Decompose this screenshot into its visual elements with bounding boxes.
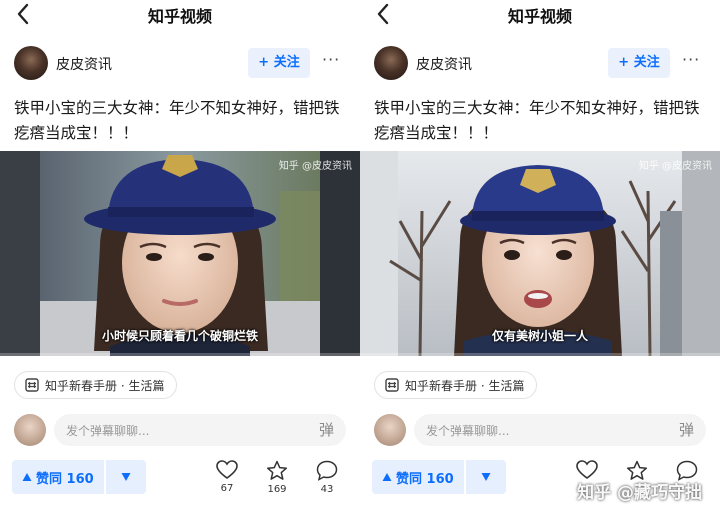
vote-down-button[interactable] [105, 460, 146, 494]
topic-tag[interactable]: 知乎新春手册 · 生活篇 [374, 371, 538, 399]
video-subtitle: 仅有美树小姐一人 [491, 329, 588, 343]
danmaku-input[interactable]: 发个弹幕聊聊... 弹 [54, 414, 346, 446]
follow-button[interactable]: + 关注 [248, 48, 310, 78]
video-player[interactable]: 知乎 @皮皮资讯 小时候只顾着看几个破铜烂铁 [0, 151, 360, 356]
vote-down-icon [121, 473, 131, 481]
vote-down-button[interactable] [465, 460, 506, 494]
like-button[interactable]: 67 [207, 460, 247, 494]
vote-up-button[interactable]: 赞同 160 [12, 460, 104, 494]
comment-icon [316, 460, 338, 481]
comment-count: 43 [320, 484, 334, 495]
screen-left: 知乎视频 皮皮资讯 + 关注 ··· 铁甲小宝的三大女神：年少不知女神好，错把铁… [0, 0, 360, 520]
star-icon [266, 460, 288, 480]
follow-button[interactable]: + 关注 [608, 48, 670, 78]
vote-up-icon [22, 473, 32, 481]
video-progress-bar[interactable] [360, 353, 720, 356]
top-bar: 知乎视频 [0, 0, 360, 30]
author-name[interactable]: 皮皮资讯 [416, 54, 472, 74]
danmaku-placeholder: 发个弹幕聊聊... [426, 424, 510, 438]
author-avatar[interactable] [14, 46, 48, 80]
tag-icon [25, 378, 39, 392]
vote-up-label: 赞同 160 [36, 471, 94, 487]
author-name[interactable]: 皮皮资讯 [56, 54, 112, 74]
topic-tag[interactable]: 知乎新春手册 · 生活篇 [14, 371, 178, 399]
top-bar: 知乎视频 [360, 0, 720, 30]
danmaku-row: 发个弹幕聊聊... 弹 [360, 413, 720, 447]
post-title[interactable]: 铁甲小宝的三大女神：年少不知女神好，错把铁疙瘩当成宝！！！ [374, 96, 714, 146]
video-progress-bar[interactable] [0, 353, 360, 356]
vote-group: 赞同 160 [12, 460, 146, 494]
heart-icon [216, 460, 238, 479]
more-icon[interactable]: ··· [682, 50, 700, 69]
video-player[interactable]: 知乎 @皮皮资讯 仅有美树小姐一人 [360, 151, 720, 356]
page-title: 知乎视频 [147, 7, 212, 26]
heart-icon [576, 460, 598, 479]
page-title: 知乎视频 [507, 7, 572, 26]
vote-down-icon [481, 473, 491, 481]
danmaku-row: 发个弹幕聊聊... 弹 [0, 413, 360, 447]
vote-up-icon [382, 473, 392, 481]
topic-tag-label: 知乎新春手册 · 生活篇 [45, 378, 165, 393]
like-count: 67 [220, 483, 234, 494]
more-icon[interactable]: ··· [322, 50, 340, 69]
favorite-button[interactable]: 169 [257, 460, 297, 495]
user-avatar [374, 414, 406, 446]
video-frame [360, 151, 720, 356]
post-title[interactable]: 铁甲小宝的三大女神：年少不知女神好，错把铁疙瘩当成宝！！！ [14, 96, 354, 146]
author-row: 皮皮资讯 + 关注 ··· [0, 44, 360, 84]
danmaku-input[interactable]: 发个弹幕聊聊... 弹 [414, 414, 706, 446]
author-row: 皮皮资讯 + 关注 ··· [360, 44, 720, 84]
danmaku-button[interactable]: 弹 [679, 419, 694, 440]
comment-button[interactable]: 43 [307, 460, 347, 495]
vote-up-label: 赞同 160 [396, 471, 454, 487]
vote-group: 赞同 160 [372, 460, 506, 494]
danmaku-button[interactable]: 弹 [319, 419, 334, 440]
screen-right: 知乎视频 皮皮资讯 + 关注 ··· 铁甲小宝的三大女神：年少不知女神好，错把铁… [360, 0, 720, 520]
danmaku-placeholder: 发个弹幕聊聊... [66, 424, 150, 438]
user-avatar [14, 414, 46, 446]
author-avatar[interactable] [374, 46, 408, 80]
topic-tag-label: 知乎新春手册 · 生活篇 [405, 378, 525, 393]
video-watermark: 知乎 @皮皮资讯 [278, 161, 352, 172]
tag-icon [385, 378, 399, 392]
bottom-watermark: 知乎 @藏巧守拙 [577, 483, 702, 503]
favorite-count: 169 [267, 484, 287, 495]
action-row: 赞同 160 67 169 43 [0, 458, 360, 520]
video-frame [0, 151, 360, 356]
video-subtitle: 小时候只顾着看几个破铜烂铁 [101, 329, 258, 343]
vote-up-button[interactable]: 赞同 160 [372, 460, 464, 494]
video-watermark: 知乎 @皮皮资讯 [638, 161, 712, 172]
